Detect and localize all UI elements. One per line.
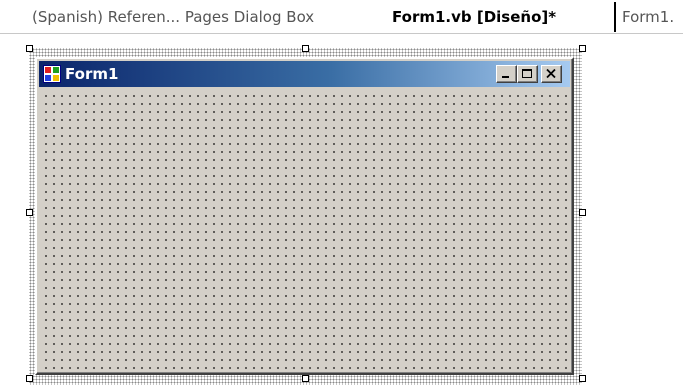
document-tab-strip: (Spanish) Referen... Pages Dialog Box Fo…	[0, 0, 683, 34]
caption-buttons	[496, 65, 562, 83]
close-button[interactable]	[541, 65, 562, 83]
minimize-icon	[502, 76, 509, 78]
tab-form1-design[interactable]: Form1.vb [Diseño]*	[388, 2, 613, 32]
close-icon	[546, 68, 556, 79]
resize-handle-top-right[interactable]	[579, 45, 586, 52]
resize-handle-bottom-center[interactable]	[302, 375, 309, 382]
form-titlebar[interactable]: Form1	[39, 61, 570, 87]
form-title: Form1	[65, 65, 119, 83]
tab-label: (Spanish) Referen... Pages Dialog Box	[32, 8, 315, 26]
resize-handle-top-center[interactable]	[302, 45, 309, 52]
vs-designer-view: (Spanish) Referen... Pages Dialog Box Fo…	[0, 0, 683, 385]
tab-spanish-reference-pages[interactable]: (Spanish) Referen... Pages Dialog Box	[29, 2, 386, 32]
tab-form1-code[interactable]: Form1.	[614, 2, 683, 32]
resize-handle-middle-left[interactable]	[26, 209, 33, 216]
resize-handle-bottom-right[interactable]	[579, 375, 586, 382]
tab-label: Form1.vb [Diseño]*	[392, 8, 557, 26]
resize-handle-middle-right[interactable]	[579, 209, 586, 216]
resize-handle-bottom-left[interactable]	[26, 375, 33, 382]
maximize-icon	[522, 69, 532, 78]
form-window[interactable]: Form1	[35, 57, 574, 375]
minimize-button[interactable]	[496, 65, 517, 83]
form-window-icon	[43, 65, 61, 83]
maximize-button[interactable]	[517, 65, 538, 83]
resize-handle-top-left[interactable]	[26, 45, 33, 52]
form-client-area[interactable]	[39, 89, 570, 371]
tab-label: Form1.	[622, 8, 675, 26]
